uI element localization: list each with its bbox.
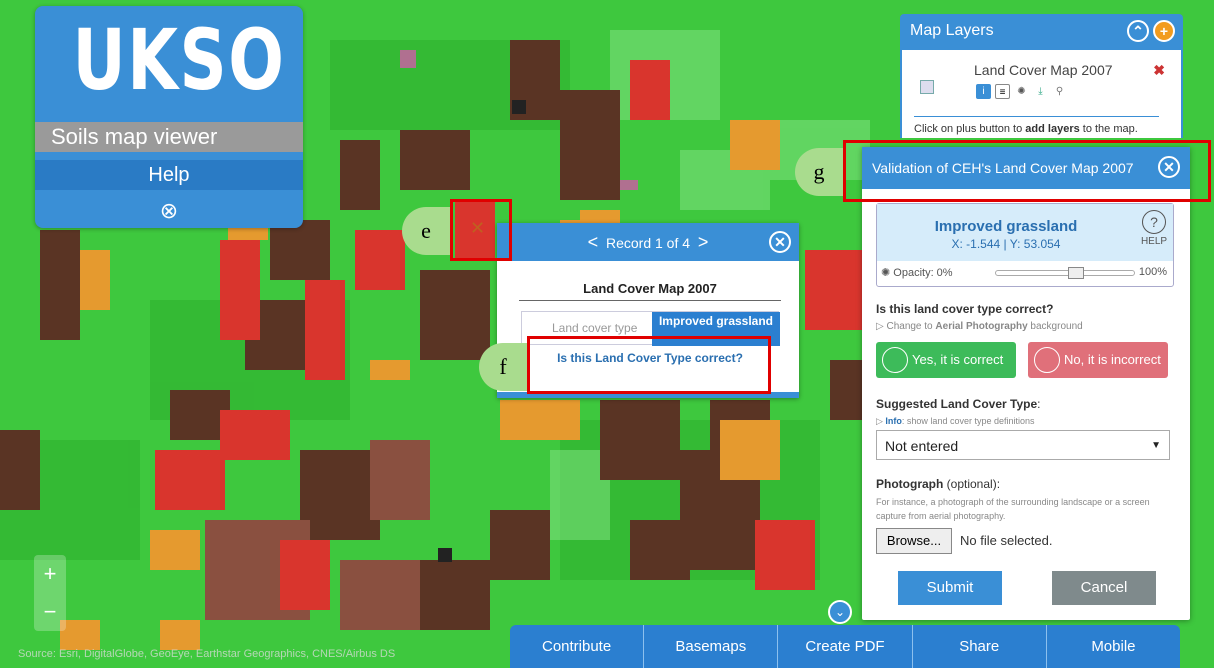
record-navigator: < Record 1 of 4 > ✕ (497, 223, 799, 261)
map-layers-panel: Map Layers ⌃ + Land Cover Map 2007 ✖ i ≡… (900, 14, 1183, 138)
annotation-label-g: g (795, 148, 843, 196)
share-button[interactable]: Share (911, 625, 1046, 668)
photograph-description: For instance, a photograph of the surrou… (876, 497, 1150, 521)
create-pdf-button[interactable]: Create PDF (777, 625, 912, 668)
zoom-control: + − (34, 555, 66, 631)
help-button[interactable]: Help (35, 160, 303, 190)
zoom-in-button[interactable]: + (34, 555, 66, 593)
opacity-control: ✺ Opacity: 0% 100% (881, 266, 1171, 279)
annotation-box-g (843, 140, 1211, 202)
validation-panel: Validation of CEH's Land Cover Map 2007 … (862, 147, 1190, 620)
ukso-logo: UKSO (72, 11, 286, 109)
collapse-up-icon[interactable]: ⌃ (1127, 20, 1149, 42)
opacity-slider-thumb[interactable] (1067, 267, 1084, 279)
bottom-toolbar: Contribute Basemaps Create PDF Share Mob… (510, 625, 1181, 668)
annotation-label-f: f (479, 343, 527, 391)
ukso-panel: UKSO Soils map viewer Help ⊗ (35, 6, 303, 228)
browse-button[interactable]: Browse... (876, 528, 952, 554)
opacity-label: Opacity: 0% (893, 267, 953, 279)
coordinates-readout: X: -1.544 | Y: 53.054 (951, 237, 1061, 251)
map-attribution: Source: Esri, DigitalGlobe, GeoEye, Eart… (18, 648, 396, 660)
question-icon: ? (1142, 210, 1166, 234)
popup-close-x-icon[interactable]: ✕ (470, 218, 485, 239)
annotation-label-e: e (402, 207, 450, 255)
mobile-button[interactable]: Mobile (1045, 625, 1181, 668)
annotation-box-f (527, 336, 771, 394)
legend-icon[interactable]: ≡ (995, 84, 1010, 99)
aerial-photography-toggle[interactable]: ▷ Change to Aerial Photography backgroun… (876, 321, 1083, 332)
opacity-slider[interactable] (995, 267, 1135, 279)
contribute-button[interactable]: Contribute (510, 625, 644, 668)
submit-button[interactable]: Submit (898, 571, 1002, 605)
info-definitions-link[interactable]: ▷ Info: show land cover type definitions (876, 416, 1035, 427)
download-icon[interactable]: ⤓ (1033, 84, 1048, 99)
correctness-question: Is this land cover type correct? (876, 302, 1054, 316)
add-layer-plus-icon[interactable]: + (1153, 20, 1175, 42)
no-incorrect-button[interactable]: No, it is incorrect (1028, 342, 1168, 378)
prev-record-icon[interactable]: < (588, 232, 599, 252)
basemaps-button[interactable]: Basemaps (643, 625, 778, 668)
record-counter: Record 1 of 4 (605, 235, 691, 251)
yes-correct-button[interactable]: Yes, it is correct (876, 342, 1016, 378)
dropdown-arrow-icon: ▼ (1151, 440, 1161, 451)
help-button[interactable]: ? HELP (1139, 208, 1169, 256)
zoom-out-button[interactable]: − (34, 593, 66, 631)
land-cover-class: Improved grassland (934, 218, 1078, 235)
remove-layer-icon[interactable]: ✖ (1153, 62, 1165, 79)
cancel-button[interactable]: Cancel (1052, 571, 1156, 605)
suggested-type-label: Suggested Land Cover Type: (876, 397, 1041, 411)
opacity-max-label: 100% (1138, 266, 1167, 278)
next-record-icon[interactable]: > (698, 232, 709, 252)
layer-visibility-checkbox[interactable] (920, 80, 934, 94)
attribute-key: Land cover type (552, 321, 638, 335)
photograph-label: Photograph (optional): (876, 477, 1001, 491)
popup-layer-title: Land Cover Map 2007 (519, 281, 781, 301)
link-icon[interactable]: ⚲ (1052, 84, 1067, 99)
file-status: No file selected. (960, 533, 1053, 548)
suggested-type-select[interactable]: Not entered ▼ (876, 430, 1170, 460)
expand-chevron-icon[interactable]: ⊗ (35, 198, 303, 224)
opacity-icon: ✺ (881, 267, 891, 279)
add-layers-hint: Click on plus button to add layers to th… (914, 116, 1159, 135)
close-popup-icon[interactable]: ✕ (769, 231, 791, 253)
scroll-down-icon[interactable]: ⌄ (828, 600, 852, 624)
info-icon[interactable]: i (976, 84, 991, 99)
layer-name: Land Cover Map 2007 (974, 62, 1113, 78)
location-info-box: Improved grassland X: -1.544 | Y: 53.054… (876, 203, 1174, 287)
opacity-icon[interactable]: ✺ (1014, 84, 1029, 99)
app-subtitle: Soils map viewer (35, 122, 303, 152)
